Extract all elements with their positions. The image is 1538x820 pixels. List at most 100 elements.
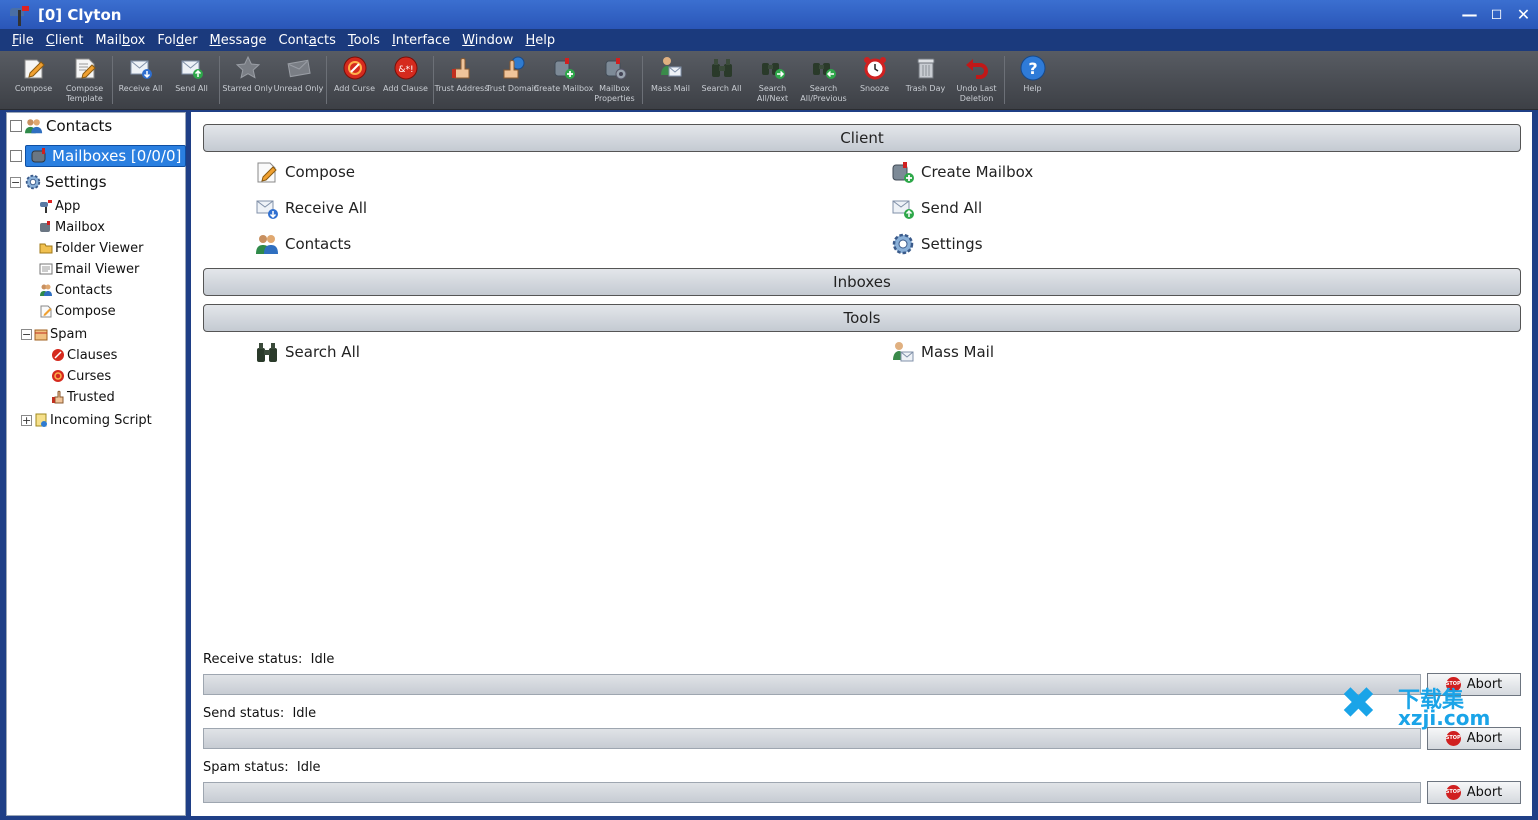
- toolbar-snooze-button[interactable]: Snooze: [849, 51, 900, 108]
- client-section-header[interactable]: Client: [203, 124, 1521, 152]
- svg-text:&*!: &*!: [398, 65, 413, 75]
- menu-interface[interactable]: Interface: [386, 33, 456, 48]
- toolbar-add-curse-button[interactable]: Add Curse: [329, 51, 380, 108]
- receive-status: Receive status: Idle: [203, 652, 335, 667]
- unread-envelope-icon: [285, 54, 313, 82]
- tree-node-settings[interactable]: − Settings: [10, 171, 107, 193]
- toolbar-search-all-button[interactable]: Search All: [696, 51, 747, 108]
- gear-icon: [891, 232, 915, 256]
- window-title: [0] Clyton: [38, 5, 122, 24]
- compose-icon: [39, 304, 53, 318]
- tree-node-spam-curses[interactable]: Curses: [49, 365, 111, 387]
- toolbar-help-button[interactable]: ? Help: [1007, 51, 1058, 108]
- spam-abort-button[interactable]: STOP Abort: [1427, 781, 1521, 804]
- toolbar-separator: [642, 56, 643, 104]
- gear-icon: [24, 173, 42, 191]
- tree-node-settings-compose[interactable]: Compose: [37, 300, 116, 322]
- spam-collapse-toggle[interactable]: −: [21, 328, 32, 340]
- menu-tools[interactable]: Tools: [342, 33, 386, 48]
- inboxes-section-header[interactable]: Inboxes: [203, 268, 1521, 296]
- create-mailbox-icon: [891, 160, 915, 184]
- menu-contacts[interactable]: Contacts: [273, 33, 342, 48]
- toolbar-search-next-button[interactable]: Search All/Next: [747, 51, 798, 108]
- toolbar-receive-all-button[interactable]: Receive All: [115, 51, 166, 108]
- mailboxes-selected[interactable]: Mailboxes [0/0/0]: [25, 145, 187, 167]
- trash-can-icon: [912, 54, 940, 82]
- menu-window[interactable]: Window: [456, 33, 519, 48]
- client-send-all-action[interactable]: Send All: [891, 194, 982, 222]
- tree-node-settings-email-viewer[interactable]: Email Viewer: [37, 258, 139, 280]
- tree-node-settings-app[interactable]: App: [37, 195, 80, 217]
- tree-node-spam-clauses[interactable]: Clauses: [49, 344, 117, 366]
- trust-domain-icon: [499, 54, 527, 82]
- client-receive-all-action[interactable]: Receive All: [255, 194, 367, 222]
- curse-icon: [51, 369, 65, 383]
- folder-viewer-icon: [39, 241, 53, 255]
- toolbar-send-all-button[interactable]: Send All: [166, 51, 217, 108]
- send-all-icon: [891, 196, 915, 220]
- toolbar-trust-domain-button[interactable]: Trust Domain: [486, 51, 539, 108]
- client-compose-action[interactable]: Compose: [255, 158, 355, 186]
- menu-file[interactable]: File: [6, 33, 40, 48]
- tree-node-incoming-script[interactable]: + Incoming Script: [21, 409, 152, 431]
- mailbox-icon: [39, 220, 53, 234]
- tree-node-settings-folder-viewer[interactable]: Folder Viewer: [37, 237, 144, 259]
- toolbar-mass-mail-button[interactable]: Mass Mail: [645, 51, 696, 108]
- tools-mass-mail-action[interactable]: Mass Mail: [891, 338, 994, 366]
- toolbar-mailbox-properties-button[interactable]: Mailbox Properties: [589, 51, 640, 108]
- menu-folder[interactable]: Folder: [151, 33, 203, 48]
- maximize-button[interactable]: ◻: [1488, 6, 1505, 23]
- tree-node-settings-mailbox[interactable]: Mailbox: [37, 216, 105, 238]
- menu-bar: File Client Mailbox Folder Message Conta…: [0, 29, 1538, 51]
- toolbar-add-clause-button[interactable]: &*! Add Clause: [380, 51, 431, 108]
- tools-section-header[interactable]: Tools: [203, 304, 1521, 332]
- client-create-mailbox-action[interactable]: Create Mailbox: [891, 158, 1033, 186]
- menu-message[interactable]: Message: [204, 33, 273, 48]
- tools-search-all-action[interactable]: Search All: [255, 338, 360, 366]
- spam-status: Spam status: Idle: [203, 760, 321, 775]
- incoming-script-expand-toggle[interactable]: +: [21, 414, 32, 426]
- toolbar-compose-template-button[interactable]: Compose Template: [59, 51, 110, 108]
- menu-client[interactable]: Client: [40, 33, 90, 48]
- tree-node-spam[interactable]: − Spam: [21, 323, 87, 345]
- script-icon: [34, 413, 48, 427]
- navigation-tree: Contacts Mailboxes [0/0/0] − Settings Ap…: [6, 112, 187, 816]
- tree-node-settings-contacts[interactable]: Contacts: [37, 279, 112, 301]
- toolbar-create-mailbox-button[interactable]: Create Mailbox: [534, 51, 593, 108]
- contacts-icon: [39, 283, 53, 297]
- tree-node-spam-trusted[interactable]: Trusted: [49, 386, 115, 408]
- tree-node-contacts[interactable]: Contacts: [10, 115, 112, 137]
- search-previous-icon: [810, 54, 838, 82]
- toolbar-unread-only-button[interactable]: Unread Only: [273, 51, 324, 108]
- mailbox-app-icon[interactable]: [8, 4, 30, 26]
- close-button[interactable]: ✕: [1515, 6, 1532, 23]
- toolbar-search-previous-button[interactable]: Search All/Previous: [798, 51, 849, 108]
- mass-mail-icon: [891, 340, 915, 364]
- send-progress-bar: [203, 728, 1421, 749]
- settings-collapse-toggle[interactable]: −: [10, 176, 21, 188]
- minimize-button[interactable]: —: [1461, 6, 1478, 23]
- toolbar-compose-button[interactable]: Compose: [8, 51, 59, 108]
- toolbar-trust-address-button[interactable]: Trust Address: [435, 51, 488, 108]
- menu-mailbox[interactable]: Mailbox: [89, 33, 151, 48]
- receive-progress-bar: [203, 674, 1421, 695]
- send-abort-button[interactable]: STOP Abort: [1427, 727, 1521, 750]
- client-settings-action[interactable]: Settings: [891, 230, 983, 258]
- toolbar-trash-day-button[interactable]: Trash Day: [900, 51, 951, 108]
- title-bar: [0] Clyton — ◻ ✕: [0, 0, 1538, 29]
- mailboxes-checkbox[interactable]: [10, 150, 22, 162]
- binoculars-icon: [255, 340, 279, 364]
- toolbar-starred-only-button[interactable]: Starred Only: [222, 51, 273, 108]
- mailbox-properties-icon: [601, 54, 629, 82]
- menu-help[interactable]: Help: [519, 33, 561, 48]
- toolbar-undo-deletion-button[interactable]: Undo Last Deletion: [951, 51, 1002, 108]
- tree-node-mailboxes[interactable]: Mailboxes [0/0/0]: [10, 143, 187, 169]
- toolbar-separator: [112, 56, 113, 104]
- contacts-icon: [25, 117, 43, 135]
- thumbs-up-icon: [51, 390, 65, 404]
- mailbox-icon: [31, 147, 49, 165]
- client-contacts-action[interactable]: Contacts: [255, 230, 351, 258]
- toolbar-separator: [219, 56, 220, 104]
- contacts-checkbox[interactable]: [10, 120, 22, 132]
- watermark: ✖ 下载集 xzji.com: [1340, 678, 1491, 731]
